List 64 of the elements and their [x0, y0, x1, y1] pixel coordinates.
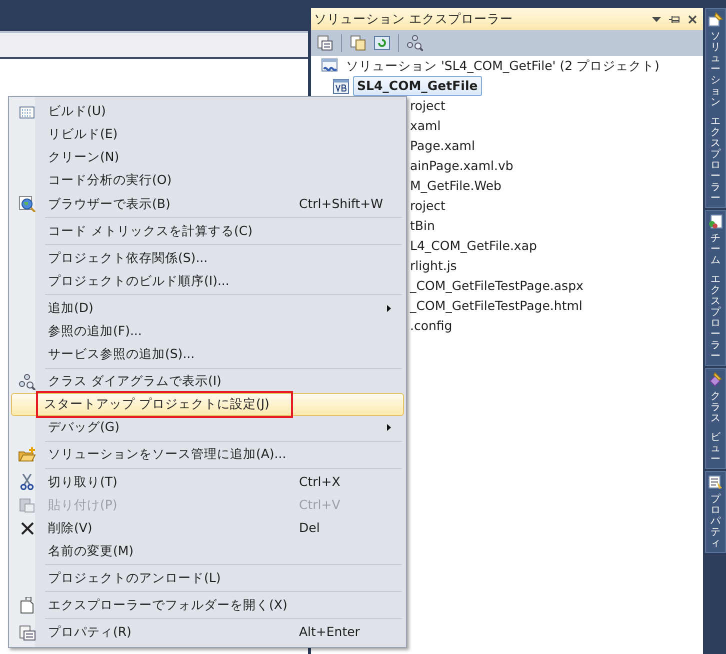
tree-item[interactable]: Page.xaml [406, 136, 479, 156]
dropdown-icon[interactable] [652, 16, 661, 22]
side-tab[interactable]: プロパティ [705, 471, 726, 553]
tree-item[interactable]: xaml [406, 116, 445, 136]
globe-page-icon [18, 196, 36, 212]
document-icon [20, 596, 34, 614]
menu-item[interactable]: 追加(D) [11, 296, 404, 320]
menu-item[interactable]: 切り取り(T) Ctrl+X [11, 470, 404, 494]
tree-item[interactable]: ainPage.xaml.vb [406, 156, 518, 176]
panel-title: ソリューション エクスプローラー [314, 10, 514, 28]
menu-item[interactable]: エクスプローラーでフォルダーを開く(X) [11, 594, 404, 617]
menu-item[interactable]: プロジェクトのビルド順序(I)... [11, 270, 404, 293]
build-icon [19, 104, 35, 119]
tree-item[interactable]: L4_COM_GetFile.xap [406, 236, 541, 256]
menu-item[interactable]: ソリューションをソース管理に追加(A)... [11, 443, 404, 466]
side-tab-label: クラス [710, 391, 720, 424]
menu-item[interactable]: ビルド(U) [11, 100, 404, 124]
tree-item[interactable]: roject [406, 96, 450, 116]
side-tab-label: ビュー [710, 432, 720, 465]
menu-item[interactable]: プロパティ(R) Alt+Enter [11, 620, 404, 644]
folder-add-icon [18, 446, 36, 463]
menu-item[interactable]: プロジェクト依存関係(S)... [11, 246, 404, 270]
tree-item[interactable]: tBin [406, 216, 439, 236]
menu-item[interactable]: コード分析の実行(O) [11, 169, 404, 192]
vb-project-icon [333, 78, 349, 94]
menu-item[interactable]: サービス参照の追加(S)... [11, 342, 404, 366]
menu-item[interactable]: プロジェクトのアンロード(L) [11, 566, 404, 590]
properties-icon [18, 624, 36, 641]
menu-item[interactable]: コード メトリックスを計算する(C) [11, 219, 404, 243]
menu-item[interactable]: リビルド(E) [11, 123, 404, 146]
tree-item[interactable]: .config [406, 316, 456, 336]
side-tab[interactable]: クラス ビュー [705, 368, 726, 469]
menu-item[interactable]: ブラウザーで表示(B) Ctrl+Shift+W [11, 192, 404, 216]
annotation-highlight: スタートアップ プロジェクトに設定(J) [38, 393, 292, 416]
scissors-icon [20, 474, 34, 490]
delete-icon [20, 522, 34, 535]
menu-item[interactable]: クラス ダイアグラムで表示(I) [11, 370, 404, 394]
side-tab-label: プロパティ [710, 494, 720, 549]
side-tab-label: チーム [710, 233, 720, 266]
properties-icon[interactable] [317, 35, 333, 51]
side-tab[interactable]: ソリューション エクスプローラー [705, 8, 726, 208]
tree-item[interactable]: roject [406, 196, 450, 216]
menu-item[interactable]: デバッグ(G) [11, 416, 404, 440]
tree-item[interactable]: SL4_COM_GetFile [353, 76, 482, 96]
refresh-icon[interactable] [374, 35, 390, 51]
side-tab[interactable]: チーム エクスプローラー [705, 210, 726, 366]
tree-item[interactable]: rlight.js [406, 256, 461, 276]
close-icon[interactable] [688, 14, 697, 24]
tree-item[interactable]: _COM_GetFileTestPage.aspx [406, 276, 588, 296]
menu-item[interactable]: クリーン(N) [11, 146, 404, 170]
copy-icon[interactable] [350, 35, 366, 51]
pin-icon[interactable] [669, 14, 680, 24]
side-tab-label: エクスプローラー [710, 116, 720, 204]
paste-icon [19, 497, 35, 514]
side-tab-label: エクスプローラー [710, 274, 720, 362]
properties-icon[interactable] [708, 475, 723, 490]
menu-item[interactable]: 削除(V) Del [11, 516, 404, 540]
side-tab-label: ソリューション [710, 31, 720, 108]
menu-item[interactable]: 参照の追加(F)... [11, 320, 404, 343]
tree-item[interactable]: M_GetFile.Web [406, 176, 506, 196]
menu-item[interactable]: スタートアップ プロジェクトに設定(J) [11, 393, 404, 416]
menu-item[interactable]: 名前の変更(M) [11, 540, 404, 563]
solution-node[interactable]: ソリューション 'SL4_COM_GetFile' (2 プロジェクト) [342, 56, 664, 76]
tree-item[interactable]: _COM_GetFileTestPage.html [406, 296, 586, 316]
